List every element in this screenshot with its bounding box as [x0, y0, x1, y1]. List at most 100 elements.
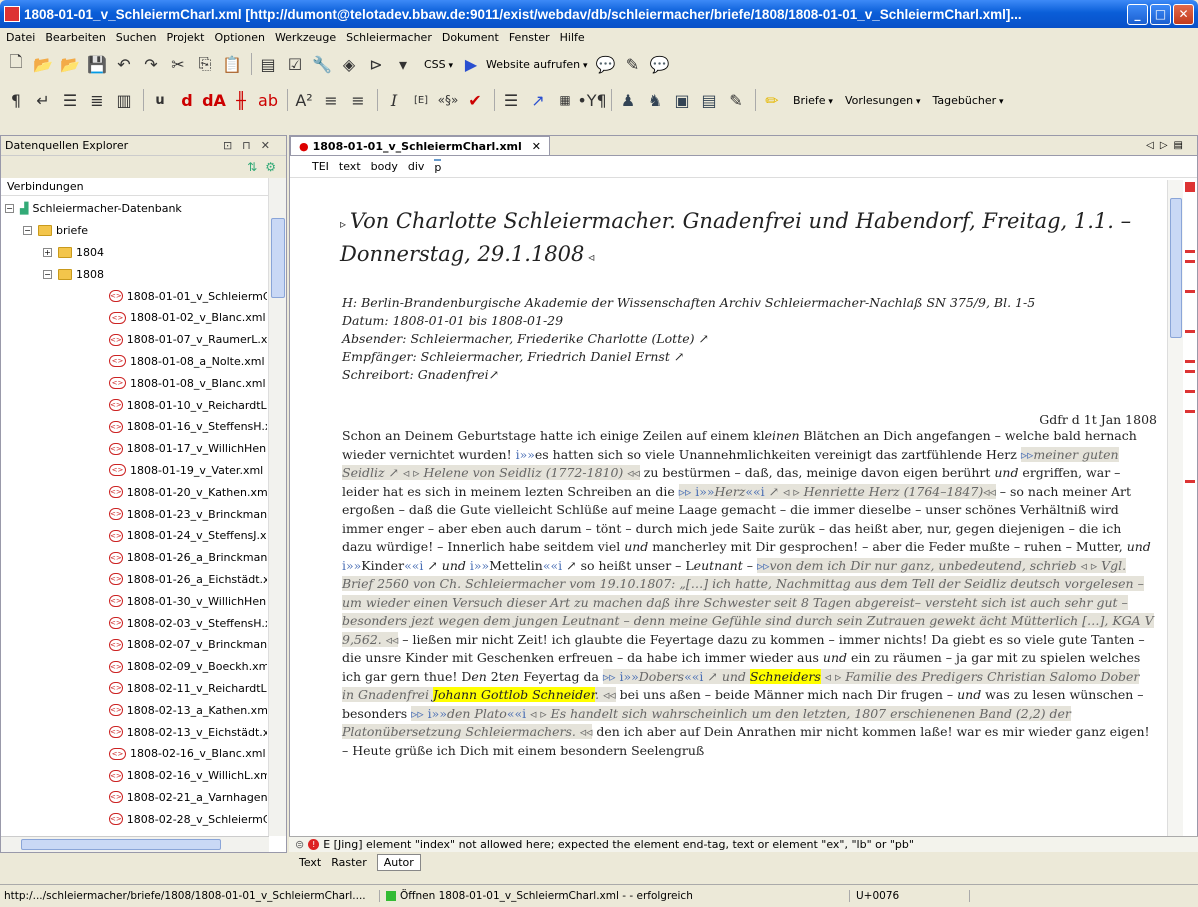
tree-1804[interactable]: +1804 — [1, 242, 267, 264]
remove-comment-icon[interactable]: 💬 — [647, 52, 671, 76]
crumb-div[interactable]: div — [408, 160, 425, 173]
tree-file-item[interactable]: <> 1808-01-19_v_Vater.xml — [1, 460, 267, 482]
save-icon[interactable]: 💾 — [85, 52, 109, 76]
document-content[interactable]: ▹ Von Charlotte Schleiermacher. Gnadenfr… — [312, 180, 1167, 840]
link-arrow-icon[interactable]: ↗ — [526, 88, 550, 112]
tree-file-item[interactable]: <> 1808-02-13_v_Eichstädt.xm — [1, 721, 267, 743]
tree-file-item[interactable]: <> 1808-01-10_v_ReichardtL.x — [1, 394, 267, 416]
tag-icon[interactable]: ✎ — [724, 88, 748, 112]
undo-icon[interactable]: ↶ — [112, 52, 136, 76]
menu-datei[interactable]: Datei — [6, 31, 35, 44]
list-icon[interactable]: ☰ — [58, 88, 82, 112]
tree-db[interactable]: − ▟ Schleiermacher-Datenbank — [1, 198, 267, 220]
add-deletion-icon[interactable]: dA — [202, 88, 226, 112]
paragraph-icon[interactable]: ¶ — [4, 88, 28, 112]
calendar-icon[interactable]: ▦ — [553, 88, 577, 112]
tree-file-item[interactable]: <> 1808-01-16_v_SteffensH.xr — [1, 416, 267, 438]
editor-tab[interactable]: ● 1808-01-01_v_SchleiermCharl.xml ✕ — [290, 136, 551, 155]
menu-werkzeuge[interactable]: Werkzeuge — [275, 31, 336, 44]
tab-close-icon[interactable]: ✕ — [532, 140, 541, 153]
open-folder-icon[interactable]: 📂 — [31, 52, 55, 76]
delete-icon[interactable]: d — [175, 88, 199, 112]
tree-file-item[interactable]: <> 1808-02-21_a_Varnhagen.x — [1, 787, 267, 809]
align-icon[interactable]: ≡ — [319, 88, 343, 112]
redo-icon[interactable]: ↷ — [139, 52, 163, 76]
paraphrase-icon[interactable]: «§» — [436, 88, 460, 112]
paste-icon[interactable]: 📋 — [220, 52, 244, 76]
superscript-icon[interactable]: A² — [292, 88, 316, 112]
crumb-body[interactable]: body — [371, 160, 398, 173]
tree-file-item[interactable]: <>1808-03-01_a_Brinckmann.x — [1, 830, 267, 833]
tree-file-item[interactable]: <> 1808-02-09_v_Boeckh.xml — [1, 656, 267, 678]
error-markers[interactable] — [1183, 180, 1197, 840]
tree-file-item[interactable]: <> 1808-02-11_v_ReichardtL.x — [1, 678, 267, 700]
configure-icon[interactable]: ⇅ — [247, 160, 257, 174]
tree-file-item[interactable]: <> 1808-01-24_v_SteffensJ.xm — [1, 525, 267, 547]
tree-file-item[interactable]: <>1808-02-28_v_SchleiermCha — [1, 808, 267, 830]
tagebuecher-dropdown[interactable]: Tagebücher — [932, 94, 1003, 107]
note-icon[interactable]: •Y¶ — [577, 88, 606, 112]
tree-1808[interactable]: −1808 — [1, 263, 267, 285]
xpath-icon[interactable]: ◈ — [337, 52, 361, 76]
tree-file-item[interactable]: <> 1808-01-17_v_WillichHenr.x — [1, 438, 267, 460]
linebreak-icon[interactable]: ↵ — [31, 88, 55, 112]
comment-icon[interactable]: 💬 — [593, 52, 617, 76]
mode-raster[interactable]: Raster — [331, 856, 366, 869]
css-dropdown[interactable]: CSS — [424, 58, 453, 71]
crumb-p[interactable]: p — [434, 159, 442, 174]
menu-projekt[interactable]: Projekt — [167, 31, 205, 44]
ordered-list-icon[interactable]: ≣ — [85, 88, 109, 112]
menu-schleiermacher[interactable]: Schleiermacher — [346, 31, 432, 44]
play-icon[interactable]: ▶ — [459, 52, 483, 76]
menu-hilfe[interactable]: Hilfe — [560, 31, 585, 44]
tree-file-item[interactable]: <> 1808-01-07_v_RaumerL.xml — [1, 329, 267, 351]
tree-file-item[interactable]: <>1808-01-26_a_Brinckmann.x — [1, 547, 267, 569]
tree-file-item[interactable]: <> 1808-01-08_a_Nolte.xml — [1, 351, 267, 373]
tree-hscrollbar[interactable] — [1, 836, 269, 852]
edit-comment-icon[interactable]: ✎ — [620, 52, 644, 76]
debug-icon[interactable]: ⊳ — [364, 52, 388, 76]
tree-file-item[interactable]: <> 1808-01-08_v_Blanc.xml — [1, 372, 267, 394]
tree-file-item[interactable]: <> 1808-02-03_v_SteffensH.xr — [1, 612, 267, 634]
italic-icon[interactable]: I — [382, 88, 406, 112]
problem-bar[interactable]: ⊜! E [Jing] element "index" not allowed … — [289, 836, 1198, 852]
tree-file-item[interactable]: <> 1808-01-26_a_Eichstädt.xm — [1, 569, 267, 591]
underline-icon[interactable]: u — [148, 88, 172, 112]
tree-file-item[interactable]: <>1808-01-01_v_SchleiermCha — [1, 285, 267, 307]
abbreviation-icon[interactable]: ab — [256, 88, 280, 112]
format-icon[interactable]: ▤ — [256, 52, 280, 76]
briefe-dropdown[interactable]: Briefe — [793, 94, 833, 107]
book-icon[interactable]: ▣ — [670, 88, 694, 112]
tree-file-item[interactable]: <>1808-01-23_v_Brinckmann.x — [1, 503, 267, 525]
validate-icon[interactable]: ☑ — [283, 52, 307, 76]
tree-file-item[interactable]: <> 1808-02-13_a_Kathen.xml — [1, 699, 267, 721]
filter-icon[interactable]: ▾ — [391, 52, 415, 76]
editor-scrollbar[interactable] — [1167, 180, 1183, 840]
crumb-tei[interactable]: TEI — [312, 160, 329, 173]
editorial-icon[interactable]: [E] — [409, 88, 433, 112]
transform-icon[interactable]: 🔧 — [310, 52, 334, 76]
tab-navigation[interactable]: ◁▷▤ — [1146, 140, 1189, 151]
tree-file-item[interactable]: <> 1808-02-16_v_WillichL.xml — [1, 765, 267, 787]
tree-file-item[interactable]: <> 1808-01-02_v_Blanc.xml — [1, 307, 267, 329]
bookshelf-icon[interactable]: ▤ — [697, 88, 721, 112]
vorlesungen-dropdown[interactable]: Vorlesungen — [845, 94, 921, 107]
person-icon[interactable]: ♟ — [616, 88, 640, 112]
table-icon[interactable]: ▥ — [112, 88, 136, 112]
website-button[interactable]: Website aufrufen — [486, 58, 587, 71]
copy-icon[interactable]: ⎘ — [193, 52, 217, 76]
settings-icon[interactable]: ⚙ — [265, 160, 276, 174]
index-icon[interactable]: ☰ — [499, 88, 523, 112]
mode-text[interactable]: Text — [299, 856, 321, 869]
tree-file-item[interactable]: <> 1808-01-20_v_Kathen.xml — [1, 481, 267, 503]
panel-controls[interactable]: ⊡⊓✕ — [223, 139, 280, 152]
tree-file-item[interactable]: <> 1808-02-16_v_Blanc.xml — [1, 743, 267, 765]
handshift-icon[interactable]: ╫ — [229, 88, 253, 112]
tree-scrollbar[interactable] — [268, 178, 286, 836]
crumb-text[interactable]: text — [339, 160, 361, 173]
maximize-button[interactable]: □ — [1150, 3, 1171, 25]
annotation-icon[interactable]: ✔ — [463, 88, 487, 112]
align2-icon[interactable]: ≡ — [346, 88, 370, 112]
menu-dokument[interactable]: Dokument — [442, 31, 499, 44]
highlighter-icon[interactable]: ✏ — [760, 88, 784, 112]
